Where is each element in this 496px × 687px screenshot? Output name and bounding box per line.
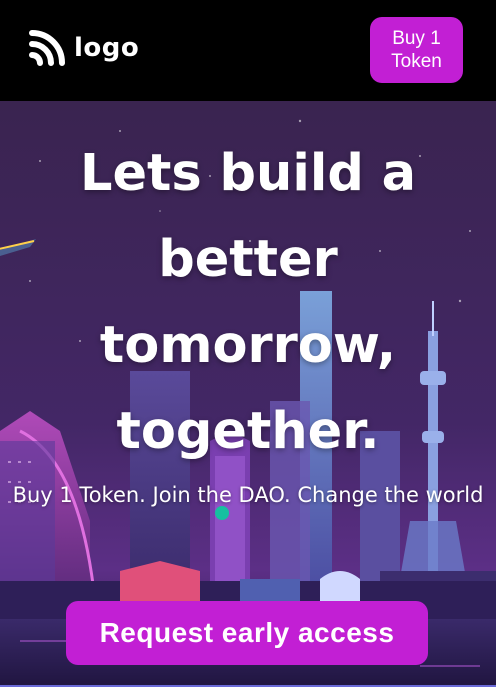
- rss-feed-icon: [29, 30, 65, 66]
- hero-section: Lets build a better tomorrow, together. …: [0, 101, 496, 687]
- headline-line-3: tomorrow,: [99, 316, 397, 375]
- headline-line-4: together.: [116, 402, 380, 461]
- buy-token-button[interactable]: Buy 1 Token: [370, 17, 463, 83]
- logo[interactable]: logo: [29, 30, 139, 66]
- hero-subheadline: Buy 1 Token. Join the DAO. Change the wo…: [12, 483, 484, 507]
- logo-text: logo: [74, 33, 140, 63]
- headline-line-1: Lets build a: [79, 144, 417, 203]
- hero-headline: Lets build a better tomorrow, together.: [0, 131, 496, 475]
- top-nav-bar: logo Buy 1 Token: [0, 0, 496, 101]
- request-early-access-button[interactable]: Request early access: [66, 601, 428, 665]
- headline-line-2: better: [158, 230, 338, 289]
- buy-token-label: Buy 1 Token: [391, 28, 442, 72]
